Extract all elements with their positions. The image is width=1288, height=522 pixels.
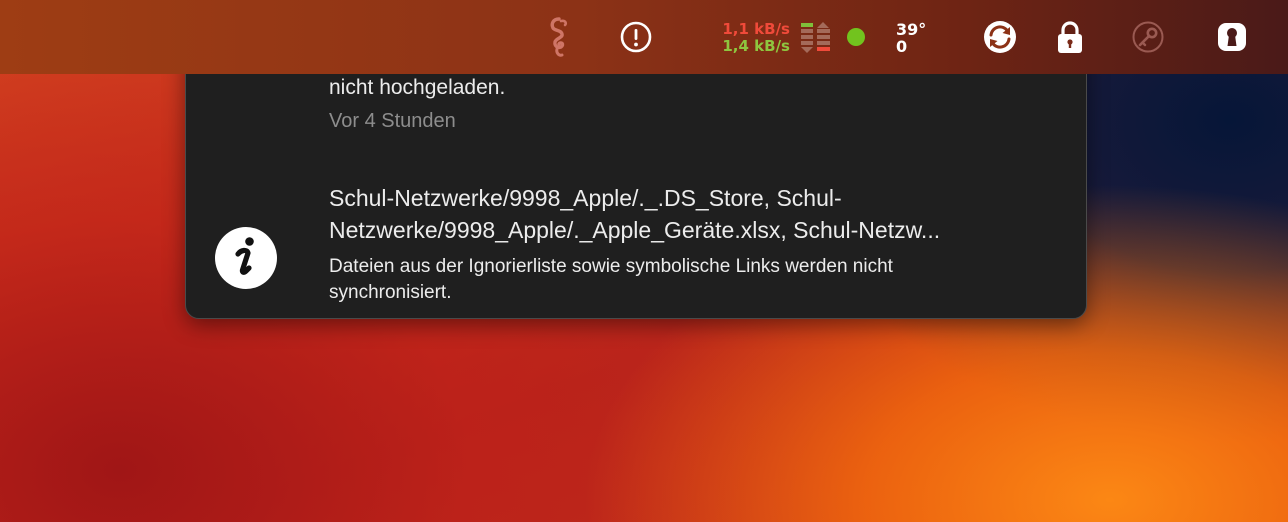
green-dot-icon	[847, 28, 865, 46]
sensor-menu-item[interactable]: 39° 0	[896, 0, 946, 74]
network-monitor-menu-item[interactable]: 1,1 kB/s 1,4 kB/s	[700, 0, 840, 74]
exclamation-circle-icon	[620, 21, 652, 53]
menu-bar: 1,1 kB/s 1,4 kB/s 39° 0	[0, 0, 1288, 74]
alert-menu-item[interactable]	[616, 0, 656, 74]
key-menu-item[interactable]	[1130, 0, 1166, 74]
notification-detail-line-1: Dateien aus der Ignorierliste sowie symb…	[329, 256, 893, 277]
seahorse-icon	[550, 17, 568, 57]
seahorse-menu-item[interactable]	[542, 0, 576, 74]
fan-value: 0	[896, 36, 908, 56]
info-icon	[215, 227, 277, 289]
keyhole-shield-icon	[1218, 23, 1246, 51]
desktop-wallpaper: 1,1 kB/s 1,4 kB/s 39° 0 nicht hochgelade…	[0, 0, 1288, 522]
notification-detail-line-2: synchronisiert.	[329, 282, 452, 303]
network-bars-icon	[801, 22, 830, 53]
notification-time: Vor 4 Stunden	[329, 110, 456, 132]
download-speed: 1,4 kB/s	[722, 37, 790, 55]
keyhole-menu-item[interactable]	[1212, 0, 1252, 74]
notification-title-line-1: Schul-Netzwerke/9998_Apple/._.DS_Store, …	[329, 185, 842, 211]
upload-speed: 1,1 kB/s	[722, 20, 790, 38]
network-speeds: 1,1 kB/s 1,4 kB/s	[700, 21, 790, 55]
notification-message: nicht hochgeladen.	[329, 76, 506, 99]
key-icon	[1132, 21, 1164, 53]
sync-menu-item[interactable]	[980, 0, 1020, 74]
temperature-value: 39°	[896, 19, 927, 39]
sync-arrows-icon	[984, 21, 1016, 53]
notification-title-line-2: Netzwerke/9998_Apple/._Apple_Geräte.xlsx…	[329, 217, 941, 243]
padlock-icon	[1058, 21, 1082, 53]
lock-menu-item[interactable]	[1052, 0, 1088, 74]
status-dot-menu-item[interactable]	[842, 0, 870, 74]
